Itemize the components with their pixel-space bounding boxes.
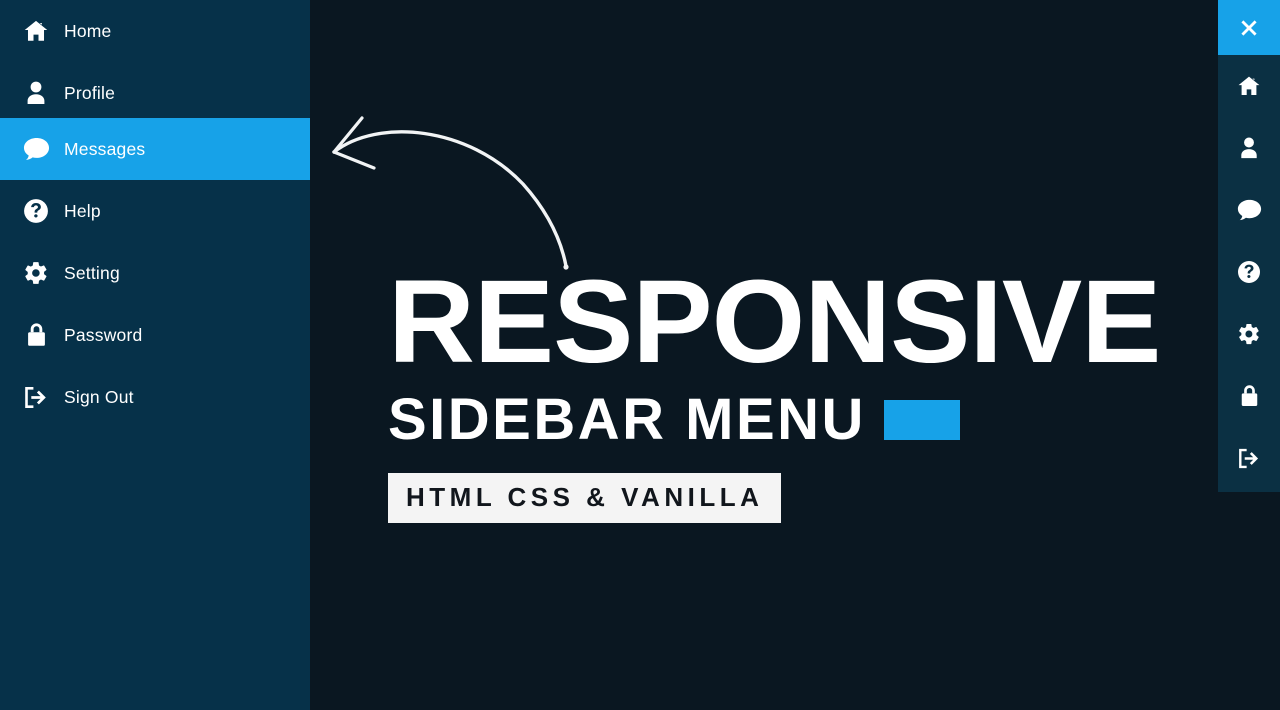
lock-icon (1239, 384, 1260, 408)
mini-item-sign-out[interactable] (1218, 427, 1280, 489)
mini-sidebar (1218, 0, 1280, 492)
sidebar-item-sign-out[interactable]: Sign Out (0, 366, 310, 428)
sidebar-item-label: Messages (64, 138, 146, 159)
close-icon (1237, 16, 1261, 40)
question-icon (1237, 260, 1261, 284)
close-button[interactable] (1218, 0, 1280, 55)
sidebar-item-label: Profile (64, 82, 116, 103)
user-icon (14, 80, 58, 106)
mini-item-home[interactable] (1218, 55, 1280, 117)
curved-arrow-icon (318, 100, 588, 280)
sign-out-icon (14, 385, 58, 410)
sidebar-item-setting[interactable]: Setting (0, 242, 310, 304)
sidebar-item-profile[interactable]: Profile (0, 62, 310, 124)
sidebar-item-label: Password (64, 324, 143, 345)
tagline-text: HTML CSS & VANILLA (406, 481, 764, 512)
sidebar-item-label: Sign Out (64, 386, 134, 407)
subtitle-row: SIDEBAR MENU (388, 386, 1145, 452)
sidebar-item-home[interactable]: Home (0, 0, 310, 62)
sidebar-item-label: Setting (64, 262, 120, 283)
app-screen: Home Profile Messages Help Setting Passw… (0, 0, 1280, 710)
lock-icon (14, 322, 58, 348)
page-title: RESPONSIVE (388, 256, 1161, 388)
page-subtitle: SIDEBAR MENU (388, 386, 866, 452)
sidebar-item-label: Home (64, 20, 112, 41)
sidebar: Home Profile Messages Help Setting Passw… (0, 0, 310, 710)
sidebar-item-help[interactable]: Help (0, 180, 310, 242)
tagline-badge: HTML CSS & VANILLA (388, 472, 782, 523)
mini-item-setting[interactable] (1218, 303, 1280, 365)
sidebar-item-messages[interactable]: Messages (0, 118, 310, 180)
mini-item-help[interactable] (1218, 241, 1280, 303)
mini-item-profile[interactable] (1218, 117, 1280, 179)
home-icon (1237, 74, 1261, 98)
accent-square (883, 399, 960, 440)
hero-section: RESPONSIVE SIDEBAR MENU HTML CSS & VANIL… (388, 263, 1161, 523)
mini-item-password[interactable] (1218, 365, 1280, 427)
home-icon (14, 18, 58, 44)
question-icon (14, 198, 58, 224)
sidebar-item-password[interactable]: Password (0, 304, 310, 366)
message-icon (1237, 198, 1262, 222)
gear-icon (14, 260, 58, 286)
user-icon (1238, 136, 1260, 160)
sidebar-item-label: Help (64, 200, 101, 221)
mini-item-messages[interactable] (1218, 179, 1280, 241)
sign-out-icon (1237, 447, 1262, 470)
message-icon (14, 136, 58, 162)
gear-icon (1237, 322, 1261, 346)
